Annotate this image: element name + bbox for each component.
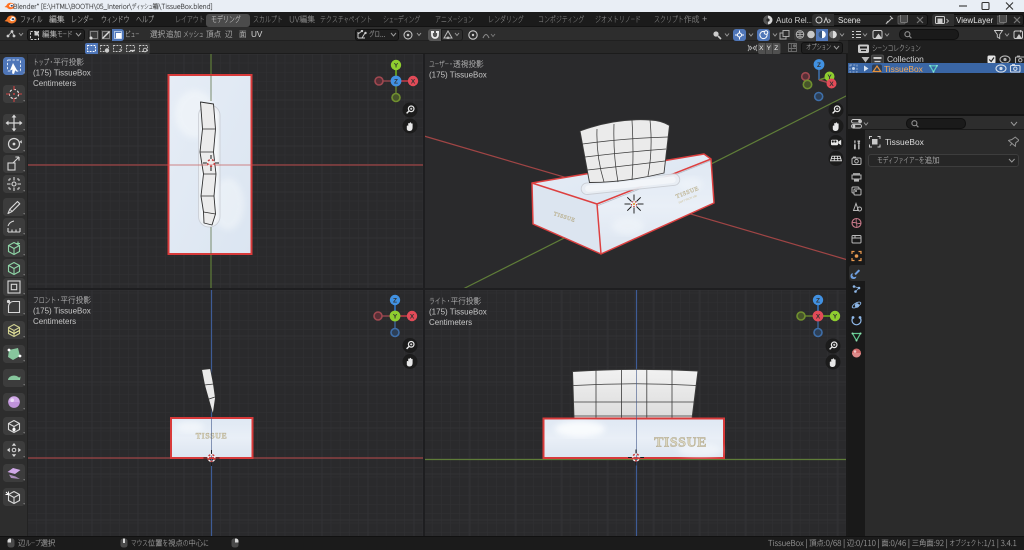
svg-text:+: +	[119, 48, 123, 53]
svg-text:X: X	[410, 313, 415, 320]
svg-text:Y: Y	[393, 313, 398, 320]
svg-text:Z: Z	[394, 78, 398, 85]
svg-text:Centimeters: Centimeters	[429, 318, 472, 327]
svg-text:Z: Z	[817, 62, 821, 69]
svg-text:(175) TissueBox: (175) TissueBox	[33, 69, 91, 78]
svg-text:X: X	[816, 313, 821, 320]
svg-text:X: X	[411, 78, 416, 85]
svg-text:(175) TissueBox: (175) TissueBox	[429, 308, 487, 317]
svg-text:Y: Y	[833, 313, 838, 320]
svg-text:(175) TissueBox: (175) TissueBox	[33, 307, 91, 316]
svg-text:Z: Z	[393, 297, 397, 304]
svg-text:Centimeters: Centimeters	[33, 79, 76, 88]
svg-text:X: X	[829, 81, 834, 88]
svg-text:(175) TissueBox: (175) TissueBox	[429, 71, 487, 80]
svg-text:TISSUE: TISSUE	[654, 436, 707, 451]
svg-text:Z: Z	[816, 297, 820, 304]
svg-text:Centimeters: Centimeters	[33, 317, 76, 326]
svg-text:Y: Y	[394, 62, 399, 69]
